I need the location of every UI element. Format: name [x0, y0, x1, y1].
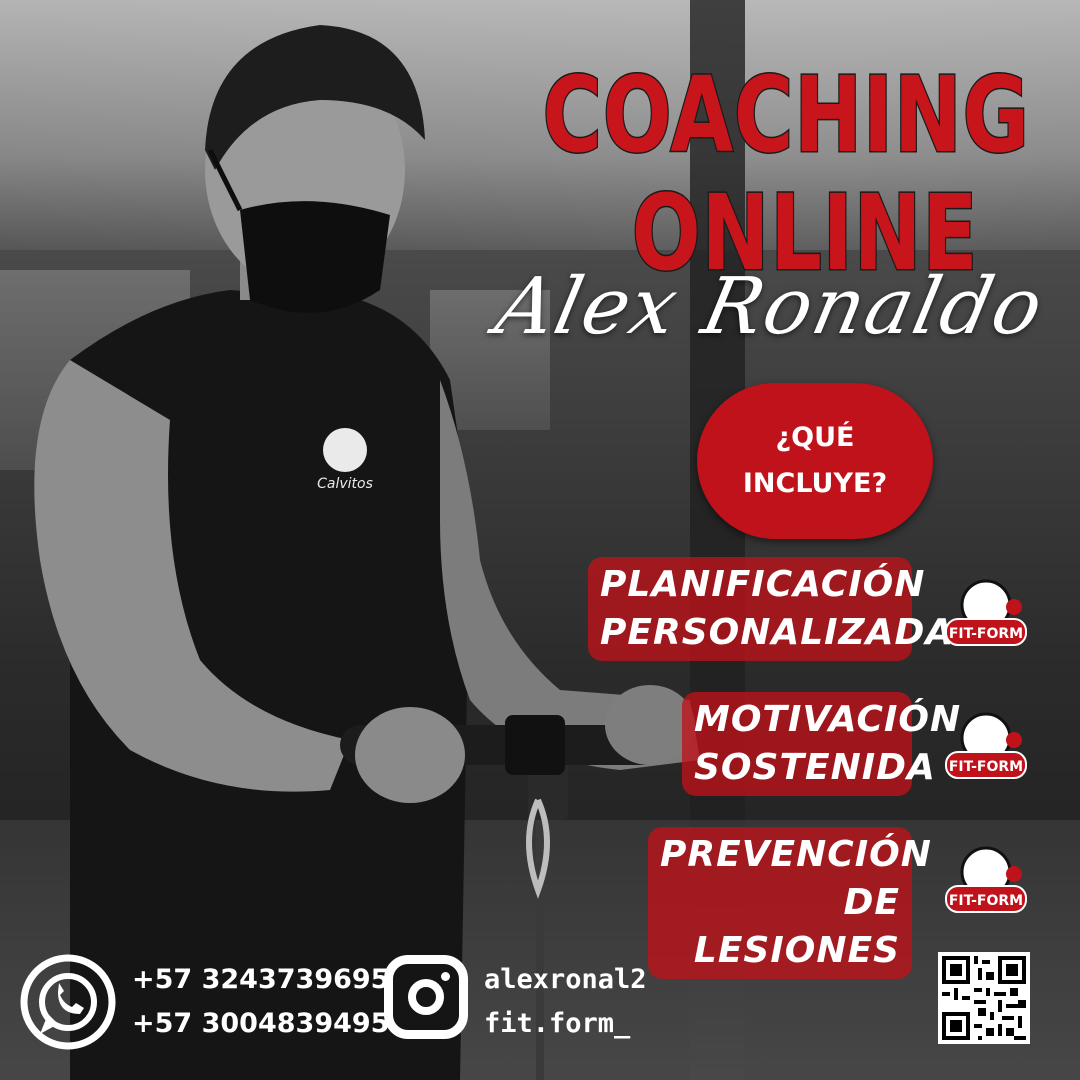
shirt-logo-text: Calvitos: [317, 476, 373, 492]
instagram-lens: [408, 979, 444, 1015]
instagram-handles: alexronal2 fit.form_: [484, 958, 647, 1046]
instagram-icon[interactable]: [384, 955, 468, 1039]
feature-line-1: PREVENCIÓN: [660, 834, 932, 875]
feature-line-2: DE LESIONES: [693, 882, 900, 971]
instagram-handle[interactable]: fit.form_: [484, 1002, 647, 1046]
phone-number[interactable]: +57 3243739695: [132, 958, 389, 1002]
feature-prevencion: PREVENCIÓN DE LESIONES: [648, 827, 932, 979]
coach-name-script: Alex Ronaldo: [487, 262, 1052, 352]
phone-list: +57 3243739695 +57 3004839495: [132, 958, 389, 1046]
whatsapp-icon[interactable]: [18, 952, 118, 1052]
includes-badge: ¿QUÉ INCLUYE?: [697, 383, 933, 539]
fit-form-text: FIT-FORM: [949, 893, 1023, 909]
poster: Calvitos COACHING ONLINE Alex Ronaldo ¿Q…: [0, 0, 1080, 1080]
fit-form-text: FIT-FORM: [949, 626, 1023, 642]
feature-line-1: MOTIVACIÓN: [694, 699, 962, 740]
feature-motivacion: MOTIVACIÓN SOSTENIDA: [682, 692, 962, 796]
phone-number[interactable]: +57 3004839495: [132, 1002, 389, 1046]
feature-planificacion: PLANIFICACIÓN PERSONALIZADA: [588, 557, 955, 661]
instagram-handle[interactable]: alexronal2: [484, 958, 647, 1002]
instagram-dot: [441, 972, 450, 981]
fit-form-text: FIT-FORM: [949, 759, 1023, 775]
fit-form-logo: FIT-FORM: [945, 846, 1027, 913]
includes-line-1: ¿QUÉ: [775, 422, 855, 453]
title-line-1: COACHING: [541, 54, 1030, 176]
includes-line-2: INCLUYE?: [742, 468, 888, 499]
fit-form-logo: FIT-FORM: [945, 579, 1027, 646]
feature-line-2: PERSONALIZADA: [600, 612, 955, 653]
feature-line-1: PLANIFICACIÓN: [600, 564, 926, 605]
feature-line-2: SOSTENIDA: [694, 747, 936, 788]
fit-form-logo: FIT-FORM: [945, 712, 1027, 779]
qr-code-icon[interactable]: [938, 952, 1030, 1044]
